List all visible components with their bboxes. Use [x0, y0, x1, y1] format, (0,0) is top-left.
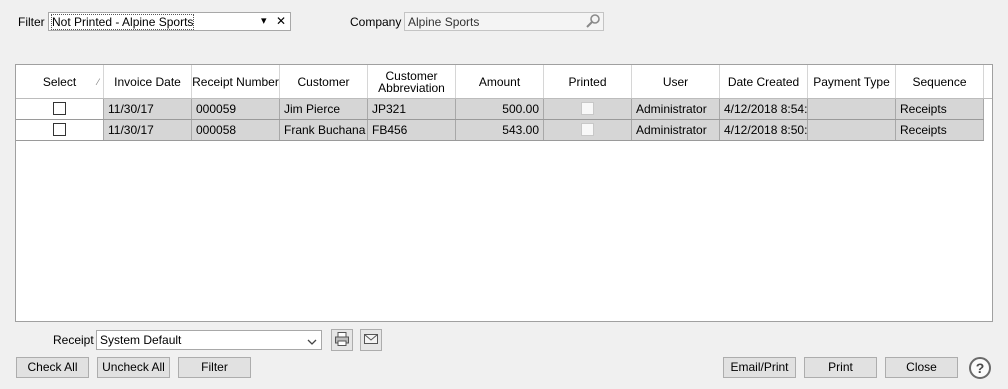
column-header-customer-abbreviation[interactable]: Customer Abbreviation	[368, 65, 456, 98]
column-header-amount[interactable]: Amount	[456, 65, 544, 98]
email-button[interactable]	[360, 329, 382, 351]
filter-value: Not Printed - Alpine Sports	[50, 14, 195, 30]
print-button[interactable]: Print	[804, 357, 877, 378]
filter-clear-icon[interactable]: ✕	[276, 13, 286, 29]
column-header-label: Invoice Date	[114, 74, 181, 89]
printed-cell	[544, 120, 632, 140]
column-header-label: Sequence	[912, 74, 967, 89]
envelope-icon	[363, 331, 379, 350]
user-cell: Administrator	[632, 99, 720, 119]
email-print-button[interactable]: Email/Print	[723, 357, 796, 378]
payment-type-cell	[808, 99, 896, 119]
column-header-label: Printed	[568, 74, 607, 89]
printer-icon	[334, 331, 350, 350]
table-row[interactable]: 11/30/17 000058 Frank Buchana FB456 543.…	[16, 120, 984, 141]
receipt-label: Receipt	[53, 333, 94, 347]
column-header-customer[interactable]: Customer	[280, 65, 368, 98]
column-header-invoice-date[interactable]: Invoice Date	[104, 65, 192, 98]
select-cell[interactable]	[16, 120, 104, 140]
column-header-printed[interactable]: Printed	[544, 65, 632, 98]
column-header-user[interactable]: User	[632, 65, 720, 98]
select-checkbox[interactable]	[53, 123, 66, 136]
company-field[interactable]: Alpine Sports	[404, 12, 604, 31]
column-header-label: Customer	[297, 74, 350, 89]
date-created-cell: 4/12/2018 8:50:	[720, 120, 808, 140]
column-header-receipt-number[interactable]: Receipt Number	[192, 65, 280, 98]
grid-header: Select ⁄ Invoice Date Receipt Number Cus…	[16, 65, 992, 99]
column-header-label: Amount	[478, 74, 521, 89]
close-button[interactable]: Close	[885, 357, 958, 378]
column-header-label: Payment Type	[813, 74, 890, 89]
column-header-date-created[interactable]: Date Created	[720, 65, 808, 98]
date-created-cell: 4/12/2018 8:54:	[720, 99, 808, 119]
uncheck-all-button[interactable]: Uncheck All	[97, 357, 170, 378]
receipt-number-cell: 000058	[192, 120, 280, 140]
customer-abbreviation-cell: JP321	[368, 99, 456, 119]
sort-icon: ⁄	[97, 77, 99, 87]
sequence-cell: Receipts	[896, 120, 984, 140]
filter-combobox[interactable]: Not Printed - Alpine Sports	[48, 12, 291, 31]
printed-checkbox	[581, 123, 594, 136]
filter-label: Filter	[18, 15, 45, 29]
column-header-label: User	[662, 74, 689, 89]
column-header-label: Select	[42, 74, 77, 89]
amount-cell: 500.00	[456, 99, 544, 119]
sequence-cell: Receipts	[896, 99, 984, 119]
column-header-select[interactable]: Select ⁄	[16, 65, 104, 98]
receipts-grid[interactable]: Select ⁄ Invoice Date Receipt Number Cus…	[15, 64, 993, 322]
customer-cell: Frank Buchana	[280, 120, 368, 140]
column-header-payment-type[interactable]: Payment Type	[808, 65, 896, 98]
payment-type-cell	[808, 120, 896, 140]
printed-checkbox	[581, 102, 594, 115]
invoice-date-cell: 11/30/17	[104, 120, 192, 140]
customer-cell: Jim Pierce	[280, 99, 368, 119]
chevron-down-icon[interactable]	[307, 335, 317, 345]
column-header-label: Customer Abbreviation	[378, 68, 445, 95]
filter-button[interactable]: Filter	[178, 357, 251, 378]
company-label: Company	[350, 15, 402, 29]
filter-dropdown-icon[interactable]: ▾	[261, 13, 267, 29]
select-checkbox[interactable]	[53, 102, 66, 115]
select-cell[interactable]	[16, 99, 104, 119]
table-row[interactable]: 11/30/17 000059 Jim Pierce JP321 500.00 …	[16, 99, 984, 120]
receipt-select[interactable]: System Default	[96, 330, 322, 350]
company-value: Alpine Sports	[408, 15, 480, 29]
user-cell: Administrator	[632, 120, 720, 140]
help-icon[interactable]: ?	[969, 357, 991, 379]
search-icon[interactable]	[585, 13, 601, 29]
check-all-button[interactable]: Check All	[16, 357, 89, 378]
customer-abbreviation-cell: FB456	[368, 120, 456, 140]
receipt-number-cell: 000059	[192, 99, 280, 119]
column-header-label: Receipt Number	[192, 74, 279, 89]
printed-cell	[544, 99, 632, 119]
receipt-value: System Default	[100, 333, 182, 347]
amount-cell: 543.00	[456, 120, 544, 140]
printer-button[interactable]	[331, 329, 353, 351]
column-header-sequence[interactable]: Sequence	[896, 65, 984, 98]
invoice-date-cell: 11/30/17	[104, 99, 192, 119]
column-header-label: Date Created	[727, 74, 800, 89]
